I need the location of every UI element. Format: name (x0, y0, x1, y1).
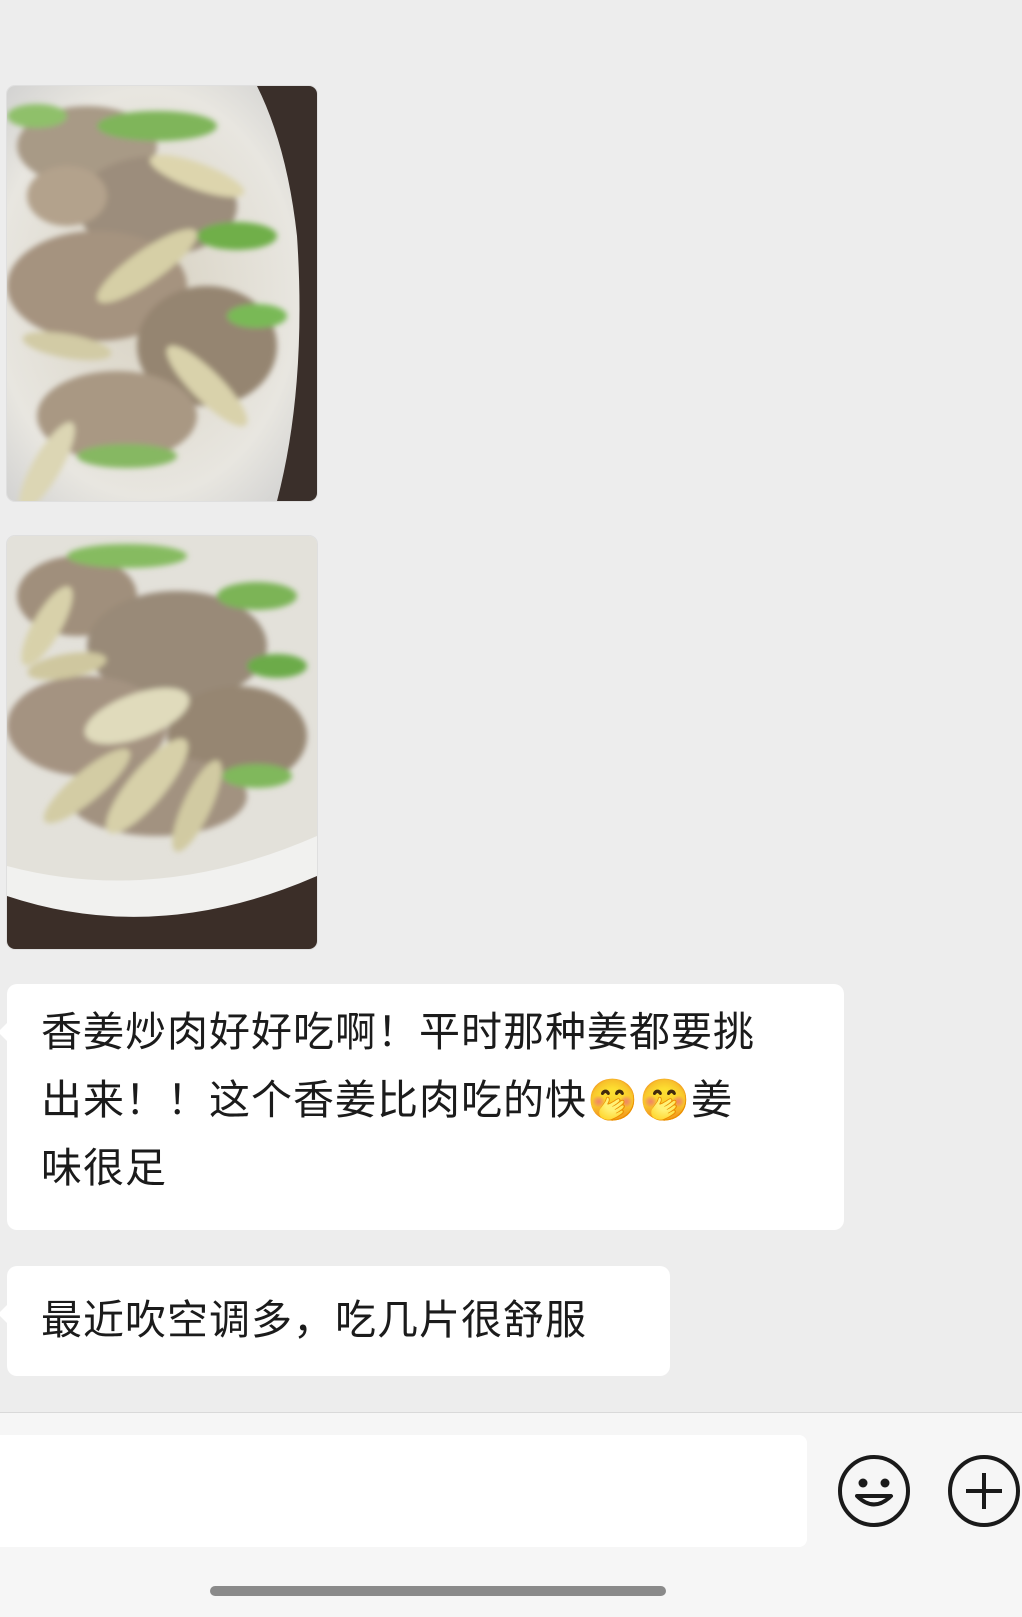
emoji-button[interactable] (836, 1453, 912, 1529)
food-photo (7, 536, 317, 949)
message-line: 出来！！这个香姜比肉吃的快🤭🤭姜 (41, 1076, 734, 1124)
smiley-face-icon (838, 1455, 910, 1527)
plus-button[interactable] (946, 1453, 1022, 1529)
message-line: 最近吹空调多，吃几片很舒服 (41, 1296, 587, 1344)
message-line: 香姜炒肉好好吃啊！平时那种姜都要挑 (41, 1008, 755, 1056)
chat-input-bar (0, 1412, 1022, 1617)
food-photo (7, 86, 317, 501)
home-indicator[interactable] (210, 1586, 666, 1596)
image-message-2[interactable] (7, 536, 317, 949)
image-message-1[interactable] (7, 86, 317, 501)
message-line: 味很足 (41, 1144, 167, 1192)
text-message-2[interactable]: 最近吹空调多，吃几片很舒服 (0, 1266, 670, 1376)
chat-message-list[interactable]: 香姜炒肉好好吃啊！平时那种姜都要挑 出来！！这个香姜比肉吃的快🤭🤭姜 味很足 最… (0, 0, 1022, 1412)
text-message-1[interactable]: 香姜炒肉好好吃啊！平时那种姜都要挑 出来！！这个香姜比肉吃的快🤭🤭姜 味很足 (0, 984, 844, 1230)
plus-circle-icon (948, 1455, 1020, 1527)
message-input[interactable] (0, 1435, 807, 1547)
